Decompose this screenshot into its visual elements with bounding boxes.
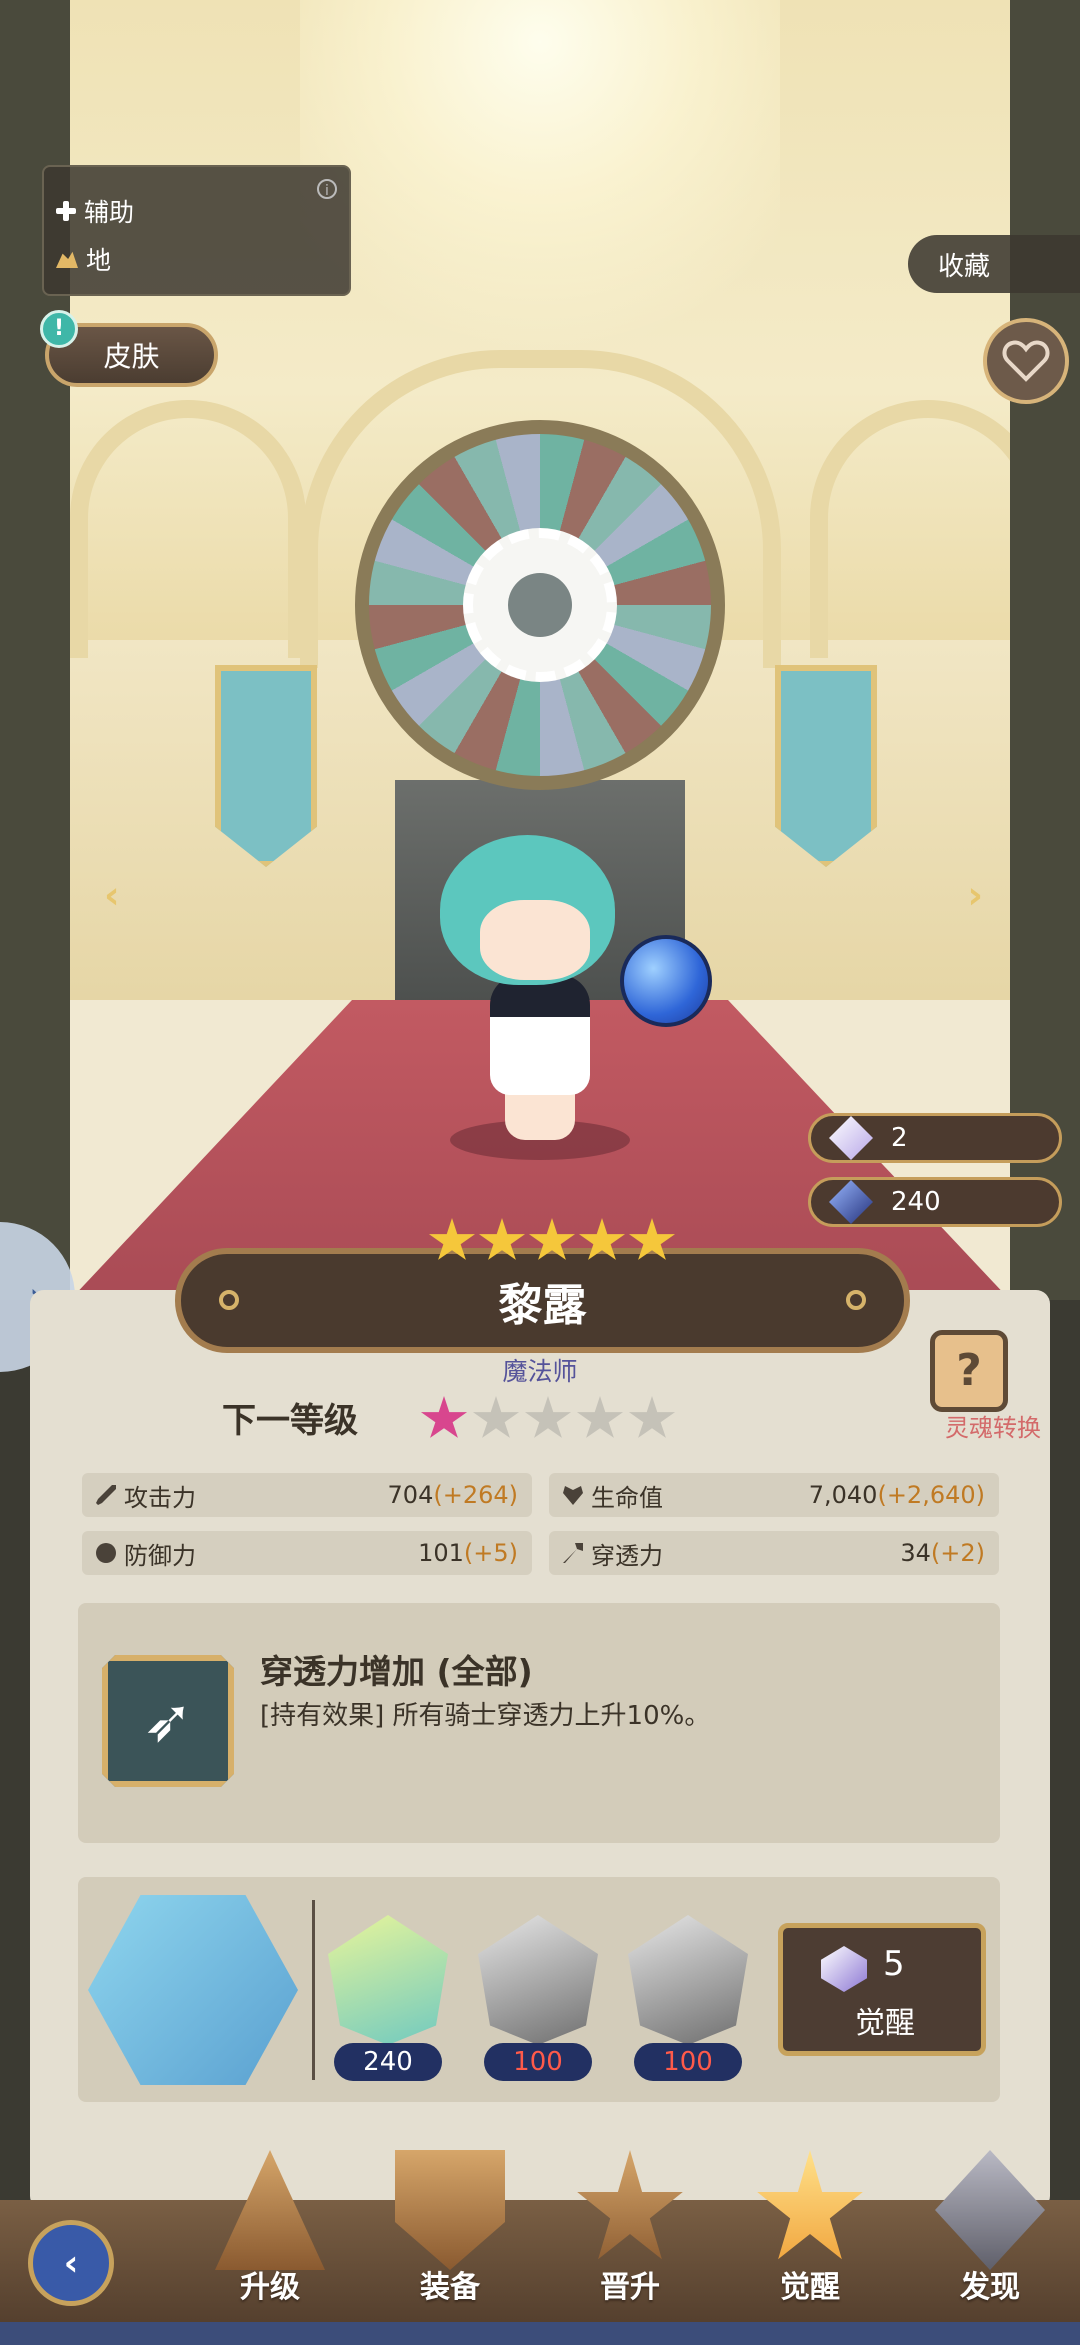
star-icon <box>578 1218 626 1260</box>
divider <box>312 1900 315 2080</box>
hero-shard-icon <box>328 1915 448 2045</box>
skill-description: [持有效果] 所有骑士穿透力上升10%。 <box>260 1701 711 1731</box>
hero-name: 黎露 <box>498 1279 587 1331</box>
stat-label: 防御力 <box>124 1541 196 1570</box>
blue-gem-icon <box>829 1180 873 1224</box>
star-icon <box>528 1218 576 1260</box>
nav-upgrade[interactable]: 升级 <box>195 2150 345 2330</box>
hero-class: 魔法师 <box>502 1357 578 1386</box>
hero-element: 地 <box>86 246 112 275</box>
stat-bonus: (+5) <box>463 1539 518 1567</box>
side-wall-right <box>1010 0 1080 1300</box>
alert-icon: ! <box>40 310 78 348</box>
awaken-cost: 5 <box>883 1944 905 1984</box>
star-empty-icon <box>628 1396 676 1438</box>
awaken-button[interactable]: 5 觉醒 <box>778 1923 986 2056</box>
stat-bonus: (+2) <box>930 1539 985 1567</box>
nav-label: 觉醒 <box>780 2270 840 2305</box>
banner-right <box>775 665 877 867</box>
nav-awaken[interactable]: 觉醒 <box>735 2150 885 2330</box>
crystal-count: 2 <box>891 1123 908 1153</box>
stat-hp: 生命值 7,040 (+2,640) <box>549 1473 999 1517</box>
stat-bonus: (+2,640) <box>877 1481 985 1509</box>
hero-info-box: 辅助 地 i <box>42 165 351 296</box>
character-face <box>480 900 590 980</box>
gear-ornament-icon <box>846 1290 866 1310</box>
character-body <box>490 975 590 1095</box>
discover-emblem-icon <box>935 2150 1045 2270</box>
chevron-left-icon: ‹ <box>63 2242 79 2284</box>
star-empty-icon <box>576 1396 624 1438</box>
material-locked-shard[interactable]: 100 <box>628 1915 748 2081</box>
gear-ornament-icon <box>219 1290 239 1310</box>
skin-button-label: 皮肤 <box>103 340 160 373</box>
sword-icon <box>96 1485 116 1505</box>
upgrade-emblem-icon <box>215 2150 325 2270</box>
crystal-icon <box>829 1116 873 1160</box>
earth-element-icon <box>56 251 78 268</box>
resource-crystal: 2 <box>808 1113 1062 1163</box>
star-icon <box>478 1218 526 1260</box>
heart-icon <box>1002 340 1050 382</box>
star-emblem-icon <box>577 2150 683 2260</box>
prev-hero-arrow-icon[interactable]: ‹ <box>104 875 152 915</box>
nav-discover[interactable]: 发现 <box>915 2150 1065 2330</box>
material-count: 100 <box>634 2043 742 2081</box>
banner-left <box>215 665 317 867</box>
favorite-heart-button[interactable] <box>983 318 1069 404</box>
material-count: 100 <box>484 2043 592 2081</box>
shield-icon <box>96 1543 116 1563</box>
star-icon <box>628 1218 676 1260</box>
info-icon[interactable]: i <box>317 179 337 199</box>
star-empty-icon <box>472 1396 520 1438</box>
stat-penetration: 穿透力 34 (+2) <box>549 1531 999 1575</box>
star-icon <box>428 1218 476 1260</box>
nav-promote[interactable]: 晋升 <box>555 2150 705 2330</box>
collect-label: 收藏 <box>938 251 991 282</box>
heart-shield-icon <box>563 1486 583 1505</box>
blue-gem-count: 240 <box>891 1187 941 1217</box>
shield-emblem-icon <box>395 2150 505 2270</box>
soul-convert-button[interactable]: ? <box>930 1330 1008 1412</box>
next-level-label: 下一等级 <box>222 1401 358 1441</box>
stat-label: 攻击力 <box>124 1483 196 1512</box>
collect-button[interactable]: 收藏 <box>908 235 1080 293</box>
next-level-stars <box>420 1396 676 1442</box>
resource-blue-gem: 240 <box>808 1177 1062 1227</box>
material-locked-shard[interactable]: 100 <box>478 1915 598 2081</box>
stat-bonus: (+264) <box>433 1481 518 1509</box>
awaken-button-label: 觉醒 <box>855 2006 915 2041</box>
magic-orb <box>620 935 712 1027</box>
stat-attack: 攻击力 704 (+264) <box>82 1473 532 1517</box>
bow-arrow-icon[interactable]: ➶ <box>102 1655 234 1787</box>
gear-hub <box>508 573 572 637</box>
star-filled-icon <box>420 1396 468 1438</box>
hero-role: 辅助 <box>84 198 135 227</box>
hero-star-rating <box>428 1218 676 1264</box>
star-empty-icon <box>524 1396 572 1438</box>
stat-value: 7,040 <box>808 1481 878 1509</box>
awaken-emblem-icon <box>757 2150 863 2260</box>
nav-equipment[interactable]: 装备 <box>375 2150 525 2330</box>
material-hero-shard[interactable]: 240 <box>328 1915 448 2081</box>
stat-label: 穿透力 <box>591 1541 663 1570</box>
stat-defense: 防御力 101 (+5) <box>82 1531 532 1575</box>
stat-value: 704 <box>387 1481 434 1509</box>
locked-shard-icon <box>478 1915 598 2045</box>
next-hero-arrow-icon[interactable]: › <box>935 875 983 915</box>
left-arch <box>70 400 306 658</box>
soul-convert-label[interactable]: 灵魂转换 <box>945 1408 1041 1443</box>
stat-value: 34 <box>900 1539 931 1567</box>
stat-label: 生命值 <box>591 1483 663 1512</box>
stat-value: 101 <box>418 1539 464 1567</box>
support-cross-icon <box>56 201 76 221</box>
penetration-icon <box>563 1543 583 1563</box>
back-button[interactable]: ‹ <box>28 2220 114 2306</box>
locked-shard-icon <box>628 1915 748 2045</box>
skill-title: 穿透力增加 (全部) <box>260 1652 533 1691</box>
nav-label: 晋升 <box>600 2270 660 2305</box>
crystal-icon <box>821 1946 867 1992</box>
material-count: 240 <box>334 2043 442 2081</box>
character-legs <box>505 1090 575 1140</box>
